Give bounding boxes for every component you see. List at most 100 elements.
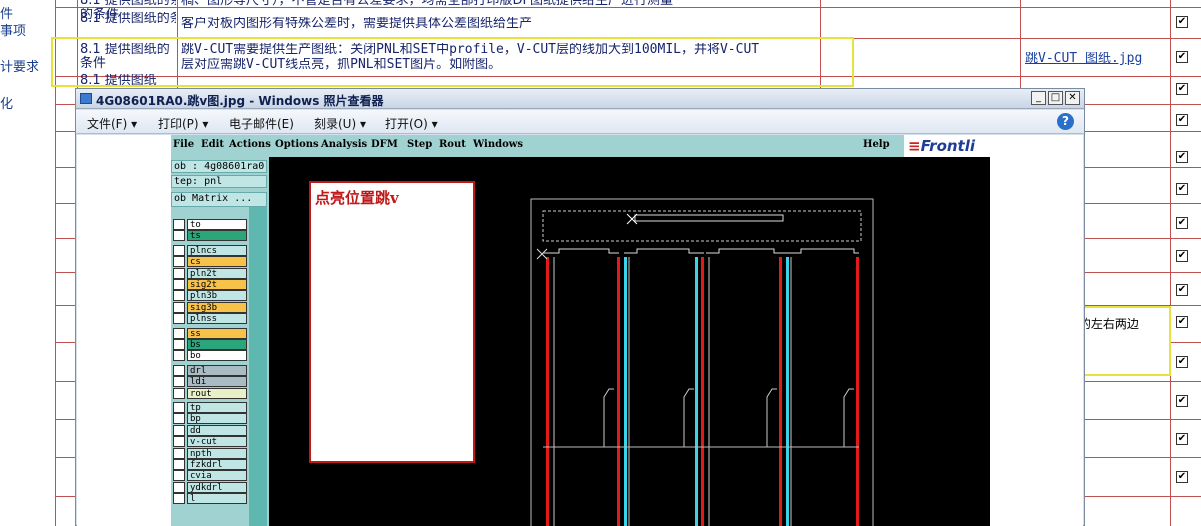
cam-menu-item: Actions bbox=[229, 139, 271, 150]
layer-item: sig3b bbox=[187, 301, 247, 313]
frontline-logo: ≡Frontli bbox=[904, 135, 990, 157]
photo-app-icon bbox=[80, 93, 92, 104]
layer-checkbox bbox=[173, 364, 185, 376]
left-column-label: 事项 bbox=[0, 24, 27, 39]
layer-item: bs bbox=[187, 339, 247, 350]
menu-burn[interactable]: 刻录(U) ▾ bbox=[314, 115, 366, 132]
menu-open-label: 打开(O) bbox=[385, 117, 428, 131]
panel-drawing bbox=[530, 198, 874, 526]
layer-checkbox bbox=[173, 256, 185, 268]
row-checkbox[interactable]: ✔ bbox=[1176, 217, 1188, 229]
layer-checkbox bbox=[173, 413, 185, 425]
layer-checkbox bbox=[173, 339, 185, 350]
row-checkbox[interactable]: ✔ bbox=[1176, 433, 1188, 445]
row-checkbox[interactable]: ✔ bbox=[1176, 356, 1188, 368]
vcut-line-red bbox=[546, 257, 549, 526]
minimize-button[interactable]: _ bbox=[1031, 91, 1046, 105]
layer-item: bp bbox=[187, 413, 247, 425]
menu-burn-label: 刻录(U) bbox=[314, 117, 357, 131]
cam-menu-item: Rout bbox=[439, 139, 466, 150]
cam-layer-panel: ob : 4g08601ra0 tep: pnl ob Matrix ... t… bbox=[171, 157, 269, 526]
row-checkbox[interactable]: ✔ bbox=[1176, 316, 1188, 328]
layer-item: cvia bbox=[187, 470, 247, 482]
row-checkbox[interactable]: ✔ bbox=[1176, 83, 1188, 95]
layer-item: drl bbox=[187, 364, 247, 376]
layer-item: tp bbox=[187, 402, 247, 413]
row-checkbox[interactable]: ✔ bbox=[1176, 151, 1188, 163]
board-edge-line bbox=[624, 248, 704, 254]
row-checkbox[interactable]: ✔ bbox=[1176, 395, 1188, 407]
layer-item: plnss bbox=[187, 313, 247, 325]
row-checkbox[interactable]: ✔ bbox=[1176, 284, 1188, 296]
panel-strip bbox=[249, 207, 267, 526]
row-checkbox[interactable]: ✔ bbox=[1176, 471, 1188, 483]
help-icon[interactable]: ? bbox=[1057, 113, 1074, 130]
job-matrix-button: ob Matrix ... bbox=[171, 192, 267, 207]
section-cell: 8.1 提供图纸的条件 bbox=[80, 0, 176, 8]
layer-item: ldi bbox=[187, 376, 247, 388]
layer-checkbox bbox=[173, 244, 185, 256]
row-checkbox[interactable]: ✔ bbox=[1176, 16, 1188, 28]
menu-print[interactable]: 打印(P) ▾ bbox=[158, 115, 208, 132]
row-checkbox[interactable]: ✔ bbox=[1176, 114, 1188, 126]
cam-menu-item: File bbox=[173, 139, 195, 150]
layer-checkbox bbox=[173, 459, 185, 470]
layer-item: to bbox=[187, 219, 247, 230]
cam-menu-item: DFM bbox=[371, 139, 398, 150]
image-viewport: File Edit Actions Options Analysis DFM S… bbox=[77, 135, 1083, 526]
layer-checkbox bbox=[173, 402, 185, 413]
layer-item: pln3b bbox=[187, 290, 247, 302]
board-edge-line bbox=[543, 248, 619, 254]
layer-item: pln2t bbox=[187, 267, 247, 279]
menu-email-label: 电子邮件(E) bbox=[229, 117, 294, 131]
panel-label-slot bbox=[634, 214, 784, 222]
menu-bar: 文件(F) ▾ 打印(P) ▾ 电子邮件(E) 刻录(U) ▾ 打开(O) ▾ … bbox=[76, 110, 1084, 134]
title-bar[interactable]: 4G08601RA0.跳v图.jpg - Windows 照片查看器 _ □ ✕ bbox=[76, 89, 1084, 109]
job-field: ob : 4g08601ra0 bbox=[171, 160, 267, 173]
board-notch bbox=[683, 388, 694, 448]
vcut-line-red bbox=[856, 257, 859, 526]
attachment-link[interactable]: 跳V-CUT 图纸.jpg bbox=[1025, 52, 1165, 66]
layer-item: cs bbox=[187, 256, 247, 268]
menu-file[interactable]: 文件(F) ▾ bbox=[87, 115, 137, 132]
vcut-line-red bbox=[617, 257, 620, 526]
window-title: 4G08601RA0.跳v图.jpg - Windows 照片查看器 bbox=[96, 94, 384, 108]
row-checkbox[interactable]: ✔ bbox=[1176, 250, 1188, 262]
photo-viewer-window: 4G08601RA0.跳v图.jpg - Windows 照片查看器 _ □ ✕… bbox=[75, 88, 1085, 526]
cam-menu-item: Options bbox=[275, 139, 319, 150]
content-cell: 客户对板内图形有特殊公差时，需要提供具体公差图纸给生产 bbox=[181, 17, 533, 31]
left-column-label: 计要求 bbox=[0, 60, 40, 75]
step-field: tep: pnl bbox=[171, 175, 267, 188]
cam-screenshot: File Edit Actions Options Analysis DFM S… bbox=[171, 135, 990, 526]
layer-item: sig2t bbox=[187, 279, 247, 290]
menu-email[interactable]: 电子邮件(E) bbox=[229, 115, 294, 132]
vcut-line-red bbox=[779, 257, 782, 526]
board-notch bbox=[603, 388, 614, 448]
layer-item: ss bbox=[187, 327, 247, 339]
grid-line bbox=[1170, 0, 1171, 526]
menu-file-label: 文件(F) bbox=[87, 117, 128, 131]
close-button[interactable]: ✕ bbox=[1065, 91, 1080, 105]
layer-item: ts bbox=[187, 230, 247, 242]
menu-open[interactable]: 打开(O) ▾ bbox=[385, 115, 438, 132]
layer-checkbox bbox=[173, 424, 185, 436]
board-notch bbox=[766, 388, 777, 448]
vcut-line-red bbox=[701, 257, 704, 526]
layer-item: fzkdrl bbox=[187, 459, 247, 470]
layer-checkbox bbox=[173, 290, 185, 302]
layer-item: npth bbox=[187, 447, 247, 459]
cam-menu-item: Analysis bbox=[321, 139, 368, 150]
cam-canvas: 点亮位置跳v bbox=[269, 157, 990, 526]
board-edge-line bbox=[789, 248, 859, 254]
maximize-button[interactable]: □ bbox=[1048, 91, 1063, 105]
board-notch bbox=[843, 388, 854, 448]
row-checkbox[interactable]: ✔ bbox=[1176, 51, 1188, 63]
row-checkbox[interactable]: ✔ bbox=[1176, 183, 1188, 195]
highlight-box bbox=[51, 37, 854, 87]
layer-item: bo bbox=[187, 350, 247, 362]
layer-item: rout bbox=[187, 387, 247, 399]
menu-print-label: 打印(P) bbox=[158, 117, 199, 131]
layer-item: dd bbox=[187, 424, 247, 436]
cam-menu-item: Windows bbox=[473, 139, 524, 150]
section-cell: 8.1 提供图纸的条件 bbox=[80, 12, 176, 26]
